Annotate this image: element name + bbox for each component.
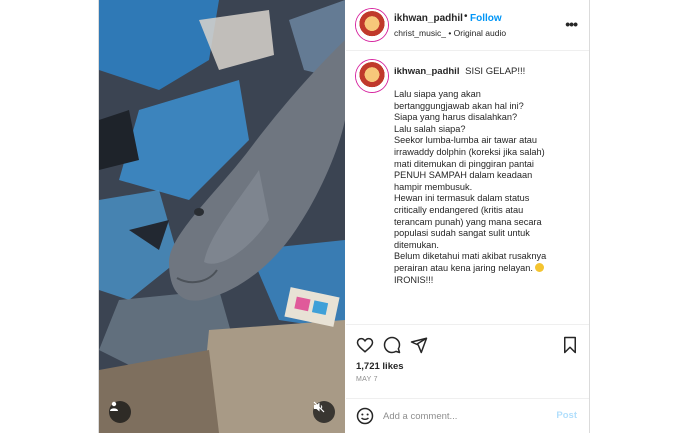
caption-line: hampir membusuk. (394, 181, 473, 192)
caption-line: populasi sudah sangat sulit untuk (394, 228, 530, 239)
comment-input[interactable] (383, 408, 543, 424)
post-date: MAY 7 (356, 376, 378, 383)
post-comment-button[interactable]: Post (556, 410, 577, 421)
caption-line: ditemukan. (394, 239, 439, 250)
follow-button[interactable]: Follow (470, 13, 502, 24)
likes-count[interactable]: 1,721 likes (356, 361, 404, 372)
user-tag-icon (110, 401, 118, 411)
dolphin-on-garbage-image (99, 0, 345, 433)
mute-button[interactable] (313, 401, 335, 423)
caption-line: Hewan ini termasuk dalam status (394, 193, 530, 204)
caption-line: IRONIS!!! (394, 274, 434, 285)
instagram-post: ikhwan_padhil • Follow christ_music_ • O… (98, 0, 590, 433)
post-header: ikhwan_padhil • Follow christ_music_ • O… (346, 0, 589, 51)
caption-line: Siapa yang harus disalahkan? (394, 112, 518, 123)
avatar[interactable] (356, 9, 388, 41)
username-link[interactable]: ikhwan_padhil (394, 13, 463, 24)
caption-line: PENUH SAMPAH dalam keadaan (394, 170, 533, 181)
caption-line: terancam punah) yang mana secara (394, 216, 542, 227)
caption-section: ikhwan_padhil SISI GELAP!!! Lalu siapa y… (346, 51, 589, 324)
caption-line: Lalu siapa yang akan (394, 89, 481, 99)
emoji-icon[interactable] (356, 407, 374, 425)
separator-dot: • (464, 11, 468, 22)
share-icon[interactable] (410, 336, 428, 354)
caption-line-with-emoji: perairan atau kena jaring nelayan. (394, 262, 584, 275)
caption-line: perairan atau kena jaring nelayan. (394, 262, 533, 273)
caption-line: irrawaddy dolphin (koreksi jika salah) (394, 146, 545, 157)
post-actions: 1,721 likes MAY 7 (346, 324, 589, 399)
muted-speaker-icon (313, 401, 325, 413)
post-video[interactable] (99, 0, 345, 433)
tag-user-button[interactable] (109, 401, 131, 423)
caption-line: mati ditemukan di pinggiran pantai (394, 158, 534, 169)
comment-bar: Post (346, 398, 589, 434)
caption-line: Lalu salah siapa? (394, 123, 466, 134)
comment-icon[interactable] (383, 336, 401, 354)
caption-line: Seekor lumba-lumba air tawar atau (394, 135, 537, 146)
emoji-icon (534, 262, 544, 272)
more-options-icon[interactable]: ••• (565, 16, 578, 32)
bookmark-icon[interactable] (561, 336, 579, 354)
caption-username-link[interactable]: ikhwan_padhil (394, 66, 459, 77)
caption-title: SISI GELAP!!! (465, 66, 526, 77)
caption-header: ikhwan_padhil SISI GELAP!!! (394, 66, 525, 77)
caption-avatar[interactable] (356, 60, 388, 92)
audio-link[interactable]: christ_music_ • Original audio (394, 28, 506, 38)
caption-line: critically endangered (kritis atau (394, 204, 524, 215)
heart-icon[interactable] (356, 336, 374, 354)
caption-line: bertanggungjawab akan hal ini? (394, 100, 524, 111)
caption-line: Belum diketahui mati akibat rusaknya (394, 251, 547, 262)
post-details-panel: ikhwan_padhil • Follow christ_music_ • O… (346, 0, 589, 433)
caption-text: Lalu siapa yang akan bertanggungjawab ak… (394, 89, 584, 286)
